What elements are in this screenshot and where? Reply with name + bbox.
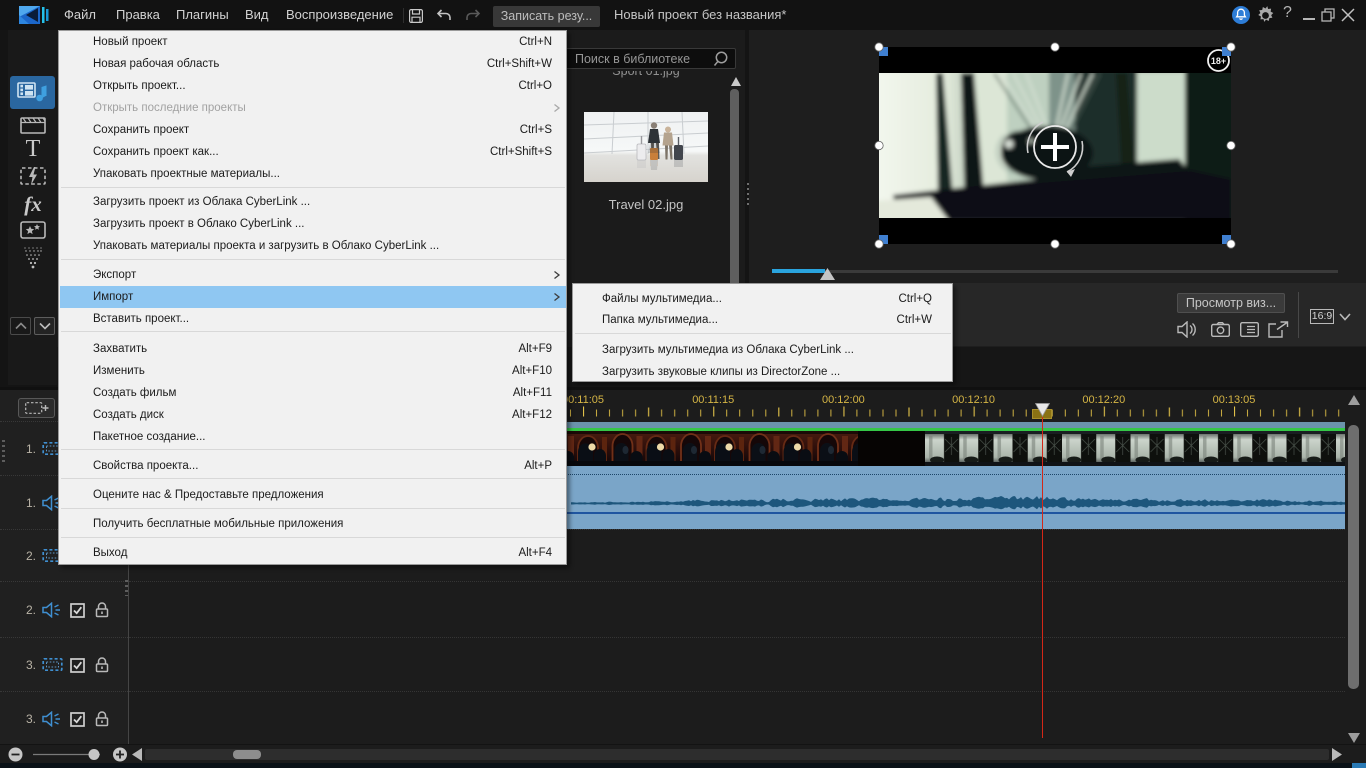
- svg-text:00:11:15: 00:11:15: [692, 394, 734, 406]
- svg-text:00:12:20: 00:12:20: [1082, 394, 1125, 406]
- svg-text:00:13:05: 00:13:05: [1213, 394, 1256, 406]
- svg-text:00:11:05: 00:11:05: [562, 394, 604, 406]
- svg-text:00:12:00: 00:12:00: [822, 394, 865, 406]
- svg-text:00:12:10: 00:12:10: [952, 394, 995, 406]
